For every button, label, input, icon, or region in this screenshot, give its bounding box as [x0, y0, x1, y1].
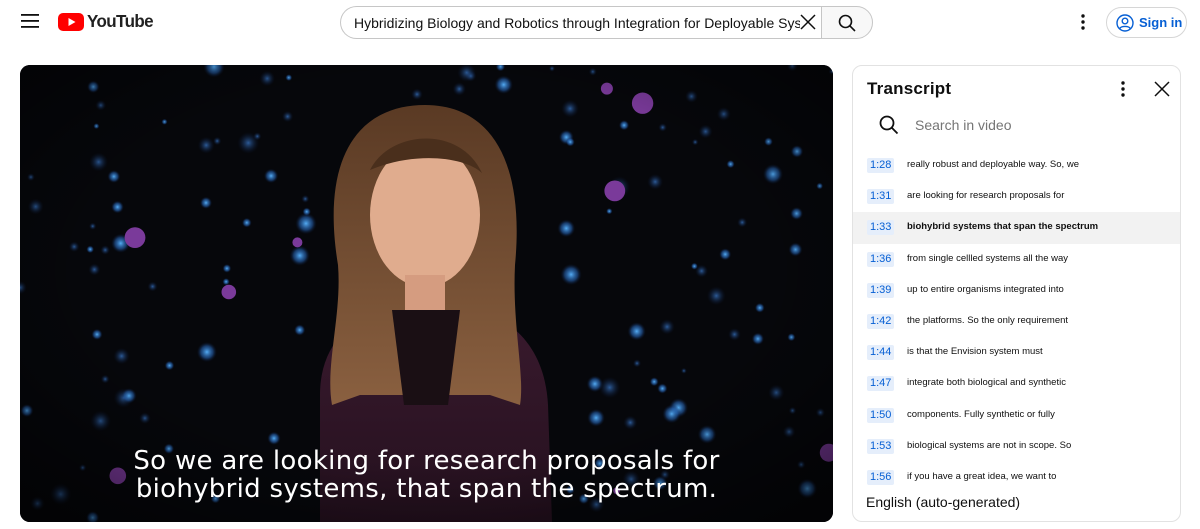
transcript-segment-list: 1:28 really robust and deployable way. So…	[853, 150, 1180, 493]
transcript-segment[interactable]: 1:53 biological systems are not in scope.…	[853, 431, 1180, 462]
segment-timestamp: 1:28	[867, 158, 895, 173]
segment-timestamp: 1:39	[867, 282, 895, 298]
transcript-segment[interactable]: 1:31 are looking for research proposals f…	[853, 181, 1180, 212]
segment-text: up to entire organisms integrated into	[907, 283, 1064, 295]
segment-timestamp: 1:36	[867, 251, 895, 267]
segment-timestamp: 1:50	[867, 407, 895, 423]
transcript-segment[interactable]: 1:47 integrate both biological and synthe…	[853, 368, 1180, 399]
segment-timestamp: 1:44	[867, 345, 895, 361]
close-icon	[800, 14, 816, 30]
search-icon	[838, 14, 856, 32]
search-input[interactable]: Hybridizing Biology and Robotics through…	[340, 6, 822, 39]
segment-text: is that the Envision system must	[907, 346, 1043, 358]
account-circle-icon	[1116, 13, 1134, 32]
transcript-options-button[interactable]	[1113, 78, 1133, 100]
close-icon	[1154, 81, 1170, 97]
transcript-segment[interactable]: 1:36 from single cellled systems all the …	[853, 244, 1180, 275]
video-caption: So we are looking for research proposals…	[20, 447, 833, 503]
youtube-play-icon	[58, 13, 84, 31]
video-player[interactable]: So we are looking for research proposals…	[20, 65, 833, 522]
youtube-logo[interactable]: YouTube	[58, 11, 154, 32]
segment-text: are looking for research proposals for	[907, 190, 1065, 202]
segment-text: biohybrid systems that span the spectrum	[907, 221, 1099, 233]
sign-in-button[interactable]: Sign in	[1106, 7, 1187, 38]
transcript-segment[interactable]: 1:28 really robust and deployable way. So…	[853, 150, 1180, 181]
search-button[interactable]	[821, 6, 873, 39]
more-vertical-icon	[1121, 81, 1125, 97]
segment-timestamp: 1:47	[867, 376, 895, 392]
transcript-panel: Transcript 1:28 really robust and deploya…	[852, 65, 1181, 522]
segment-text: the platforms. So the only requirement	[907, 314, 1069, 326]
caption-line-1: So we are looking for research proposals…	[133, 446, 720, 476]
segment-text: from single cellled systems all the way	[907, 252, 1069, 264]
clear-search-button[interactable]	[796, 10, 820, 34]
segment-text: components. Fully synthetic or fully	[907, 408, 1055, 420]
segment-text: really robust and deployable way. So, we	[907, 159, 1079, 170]
transcript-segment[interactable]: 1:56 if you have a great idea, we want to	[853, 462, 1180, 493]
transcript-segment[interactable]: 1:33 biohybrid systems that span the spec…	[853, 212, 1180, 244]
masthead: YouTube Hybridizing Biology and Robotics…	[0, 0, 1200, 44]
transcript-segment[interactable]: 1:39 up to entire organisms integrated in…	[853, 275, 1180, 306]
language-selector[interactable]: English (auto-generated)	[866, 494, 1020, 510]
transcript-search[interactable]	[867, 110, 1167, 140]
segment-text: biological systems are not in scope. So	[907, 439, 1072, 451]
transcript-search-input[interactable]	[915, 117, 1155, 133]
more-vertical-icon	[1081, 14, 1085, 30]
caption-line-2: biohybrid systems, that span the spectru…	[135, 474, 718, 504]
transcript-segment[interactable]: 1:50 components. Fully synthetic or fully	[853, 400, 1180, 431]
sign-in-label: Sign in	[1139, 15, 1183, 30]
segment-timestamp: 1:56	[867, 469, 895, 485]
segment-text: integrate both biological and synthetic	[907, 377, 1066, 389]
segment-timestamp: 1:53	[867, 438, 895, 454]
guide-menu-button[interactable]	[12, 3, 48, 39]
search-input-value[interactable]: Hybridizing Biology and Robotics through…	[354, 15, 800, 31]
hamburger-menu-icon	[21, 14, 39, 28]
search-icon	[879, 115, 899, 135]
transcript-segment[interactable]: 1:44 is that the Envision system must	[853, 337, 1180, 368]
segment-timestamp: 1:42	[867, 313, 895, 329]
logo-text: YouTube	[87, 11, 154, 32]
transcript-segment[interactable]: 1:42 the platforms. So the only requireme…	[853, 306, 1180, 337]
close-transcript-button[interactable]	[1151, 78, 1173, 100]
settings-more-button[interactable]	[1070, 9, 1096, 35]
segment-timestamp: 1:33	[867, 220, 895, 236]
segment-timestamp: 1:31	[867, 189, 895, 205]
segment-text: if you have a great idea, we want to	[907, 470, 1057, 482]
panel-title: Transcript	[867, 79, 952, 98]
